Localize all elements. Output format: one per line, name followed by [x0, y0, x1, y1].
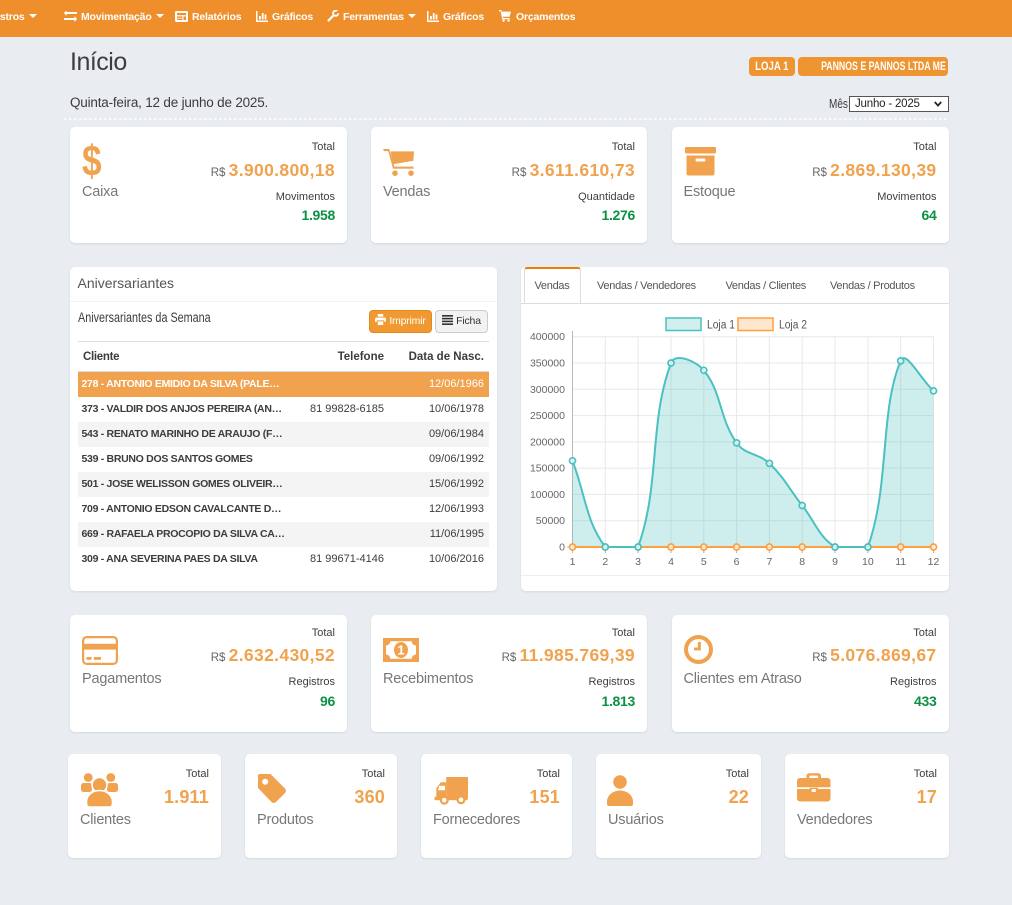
svg-text:9: 9 — [832, 556, 838, 568]
svg-text:1: 1 — [397, 643, 404, 658]
svg-text:200000: 200000 — [530, 436, 565, 448]
svg-text:2: 2 — [602, 556, 608, 568]
svg-text:6: 6 — [734, 556, 740, 568]
svg-text:350000: 350000 — [530, 357, 565, 369]
svg-text:8: 8 — [799, 556, 805, 568]
svg-text:4: 4 — [668, 556, 674, 568]
svg-text:150000: 150000 — [530, 462, 565, 474]
svg-text:5: 5 — [701, 556, 707, 568]
svg-text:1: 1 — [570, 556, 576, 568]
svg-text:11: 11 — [895, 556, 906, 568]
svg-text:3: 3 — [635, 556, 641, 568]
svg-text:300000: 300000 — [530, 383, 565, 395]
svg-text:10: 10 — [862, 556, 874, 568]
svg-text:12: 12 — [928, 556, 940, 568]
svg-text:Loja 1: Loja 1 — [707, 319, 735, 331]
svg-text:Loja 2: Loja 2 — [779, 319, 807, 331]
svg-text:250000: 250000 — [530, 410, 565, 422]
svg-text:50000: 50000 — [536, 515, 565, 527]
svg-text:0: 0 — [559, 541, 565, 553]
svg-text:400000: 400000 — [530, 331, 565, 343]
svg-text:7: 7 — [766, 556, 772, 568]
svg-text:100000: 100000 — [530, 488, 565, 500]
